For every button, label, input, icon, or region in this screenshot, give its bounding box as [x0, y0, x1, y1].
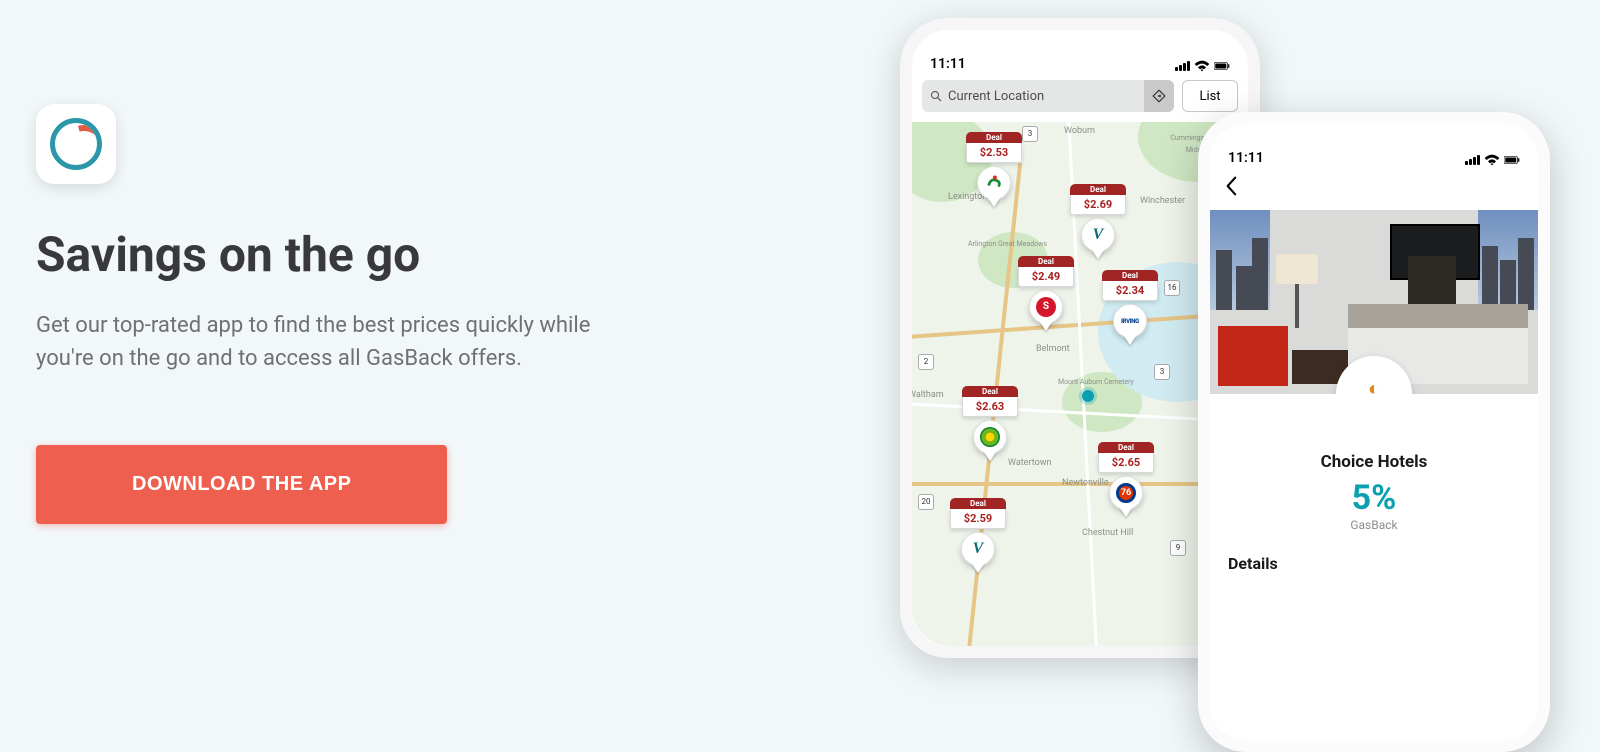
map-label: Arlington Great Meadows [968, 240, 1047, 248]
pin-brand-logo [973, 420, 1007, 454]
pin-price: $2.65 [1098, 453, 1154, 473]
pin-brand-logo: S [1029, 290, 1063, 324]
gas-price-pin[interactable]: Deal$2.69 V [1070, 184, 1126, 259]
status-time: 11:11 [930, 56, 966, 72]
pin-price: $2.69 [1070, 195, 1126, 215]
back-button[interactable] [1210, 170, 1538, 202]
pin-brand-logo: 76 [1109, 476, 1143, 510]
current-location-dot [1082, 390, 1094, 402]
route-badge: 20 [918, 494, 934, 510]
page-title: Savings on the go [36, 226, 806, 283]
pin-deal-tag: Deal [1070, 184, 1126, 195]
pin-price: $2.63 [962, 397, 1018, 417]
phone-notch [1005, 30, 1155, 50]
phone-mockup-hotel: 11:11 ◐ CHOICE HOTELS [1198, 112, 1550, 752]
search-placeholder: Current Location [948, 89, 1044, 104]
app-icon [36, 104, 116, 184]
wifi-icon [1484, 154, 1500, 166]
route-badge: 9 [1170, 540, 1186, 556]
route-badge: 16 [1164, 280, 1180, 296]
map-label: Mount Auburn Cemetery [1058, 378, 1134, 386]
gas-price-pin[interactable]: Deal$2.63 [962, 386, 1018, 461]
pin-deal-tag: Deal [1098, 442, 1154, 453]
cell-signal-icon [1175, 61, 1190, 71]
battery-icon [1504, 154, 1520, 166]
pin-brand-logo: V [961, 532, 995, 566]
download-app-button[interactable]: DOWNLOAD THE APP [36, 445, 447, 524]
map-label: Belmont [1036, 344, 1070, 354]
pin-price: $2.59 [950, 509, 1006, 529]
pin-price: $2.49 [1018, 267, 1074, 287]
wifi-icon [1194, 60, 1210, 72]
chevron-left-icon [1224, 176, 1238, 196]
pin-deal-tag: Deal [966, 132, 1022, 143]
pin-deal-tag: Deal [962, 386, 1018, 397]
pin-brand-logo [977, 166, 1011, 200]
route-badge: 3 [1154, 364, 1170, 380]
cashback-label: GasBack [1210, 518, 1538, 532]
search-input[interactable]: Current Location [922, 80, 1174, 112]
details-heading: Details [1210, 554, 1538, 573]
cell-signal-icon [1465, 155, 1480, 165]
phone-notch [1299, 124, 1449, 144]
battery-icon [1214, 60, 1230, 72]
gas-price-pin[interactable]: Deal$2.65 76 [1098, 442, 1154, 517]
app-swirl-logo [50, 118, 102, 170]
gas-price-pin[interactable]: Deal$2.53 [966, 132, 1022, 207]
map-label: Waltham [912, 390, 944, 400]
hotel-hero-image: ◐ CHOICE HOTELS [1210, 210, 1538, 394]
route-badge: 3 [1022, 126, 1038, 142]
pin-brand-logo: V [1081, 218, 1115, 252]
pin-deal-tag: Deal [950, 498, 1006, 509]
directions-icon[interactable] [1144, 80, 1174, 112]
cashback-percent: 5% [1210, 478, 1538, 518]
map-label: Winchester [1140, 196, 1185, 206]
gas-price-pin[interactable]: Deal$2.49 S [1018, 256, 1074, 331]
map-label: Chestnut Hill [1082, 528, 1133, 538]
list-button[interactable]: List [1182, 80, 1238, 112]
status-time: 11:11 [1228, 150, 1264, 166]
pin-deal-tag: Deal [1018, 256, 1074, 267]
search-icon [930, 90, 942, 102]
pin-price: $2.53 [966, 143, 1022, 163]
pin-price: $2.34 [1102, 281, 1158, 301]
route-badge: 2 [918, 354, 934, 370]
map-label: Woburn [1064, 126, 1095, 136]
gas-price-pin[interactable]: Deal$2.59 V [950, 498, 1006, 573]
pin-deal-tag: Deal [1102, 270, 1158, 281]
page-subtitle: Get our top-rated app to find the best p… [36, 309, 626, 375]
gas-price-pin[interactable]: Deal$2.34 IRVING [1102, 270, 1158, 345]
pin-brand-logo: IRVING [1113, 304, 1147, 338]
hotel-name: Choice Hotels [1210, 452, 1538, 472]
